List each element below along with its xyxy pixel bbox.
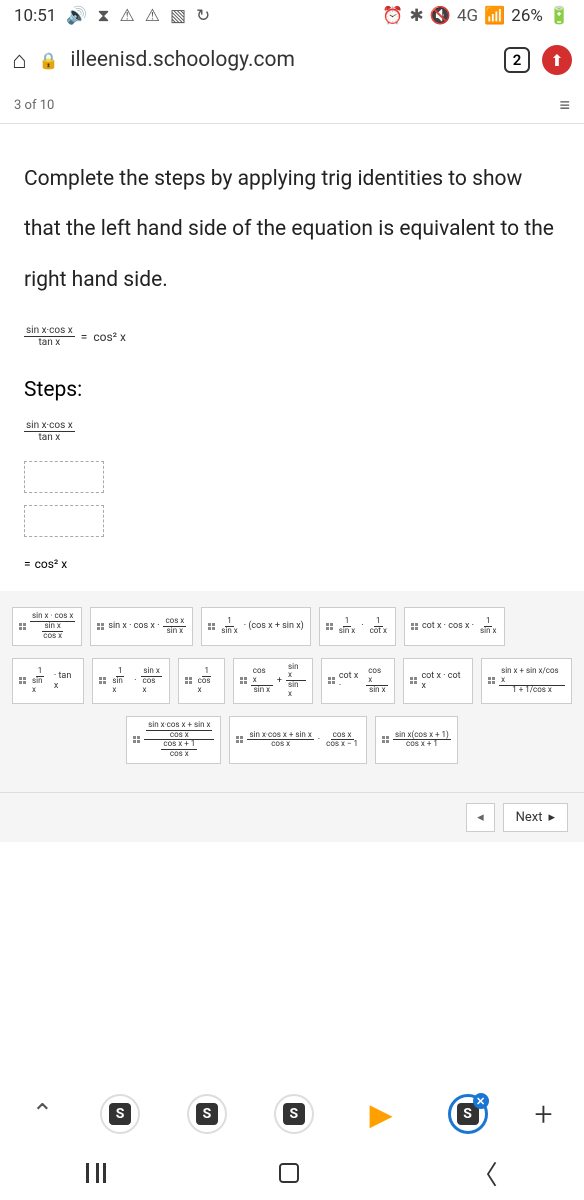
lock-icon: 🔒 xyxy=(39,51,59,70)
back-button[interactable]: 〈 xyxy=(472,1155,498,1192)
new-tab-button[interactable]: + xyxy=(534,1095,552,1133)
drag-handle-icon xyxy=(326,623,333,630)
image-icon: ▧ xyxy=(170,6,186,26)
home-icon[interactable]: ⌂ xyxy=(12,46,27,75)
option-tile[interactable]: cot x · cot x xyxy=(403,658,473,704)
battery-icon: 🔋 xyxy=(549,6,570,26)
mute-icon: 🔇 xyxy=(430,6,451,26)
battery-percent: 26% xyxy=(511,6,543,26)
drop-target-1[interactable] xyxy=(24,461,104,493)
option-tile[interactable]: 1cos x xyxy=(178,658,225,704)
warning-icon-2: ⚠ xyxy=(145,6,160,26)
drag-handle-icon xyxy=(488,677,495,684)
step-end: = cos² x xyxy=(24,557,560,571)
content-area: Complete the steps by applying trig iden… xyxy=(0,124,584,852)
option-tile[interactable]: sin x · cos x sin xcos x xyxy=(12,607,82,645)
option-tile[interactable]: cos xsin x + sin xsin x xyxy=(233,658,313,704)
status-bar: 10:51 🔊 ⧗ ⚠ ⚠ ▧ ↻ ⏰ ✱ 🔇 4G 📶 26% 🔋 xyxy=(0,0,584,32)
drag-handle-icon xyxy=(236,736,243,743)
signal-icon: 📶 xyxy=(484,6,505,26)
next-button[interactable]: Next ▸ xyxy=(503,803,568,832)
option-tile[interactable]: sin x + sin x/cos x1 + 1/cos x xyxy=(481,658,572,704)
download-icon: ⧗ xyxy=(98,6,110,26)
drag-handle-icon xyxy=(328,677,335,684)
url-text[interactable]: illeenisd.schoology.com xyxy=(70,48,492,72)
steps-label: Steps: xyxy=(24,378,560,402)
option-tile[interactable]: 1sin x · tan x xyxy=(12,658,84,704)
tab-item-active[interactable]: S ✕ xyxy=(448,1094,488,1134)
upload-arrow-icon: ⬆ xyxy=(550,51,563,70)
browser-tab-strip: ⌃ S S S ▶ S ✕ + xyxy=(0,1082,584,1146)
upload-button[interactable]: ⬆ xyxy=(542,45,572,75)
browser-bar: ⌂ 🔒 illeenisd.schoology.com 2 ⬆ xyxy=(0,32,584,88)
tab-item[interactable]: S xyxy=(100,1094,140,1134)
option-tile[interactable]: 1sin x · sin xcos x xyxy=(92,658,169,704)
schoology-icon: S xyxy=(283,1103,305,1125)
option-tile[interactable]: sin x · cos x · cos xsin x xyxy=(90,607,193,645)
option-tile[interactable]: sin x·cos x + sin xcos x · cos xcos x − … xyxy=(229,716,367,764)
tab-item-media[interactable]: ▶ xyxy=(361,1094,401,1134)
option-tile[interactable]: sin x(cos x + 1)cos x + 1 xyxy=(375,716,458,764)
close-icon[interactable]: ✕ xyxy=(473,1093,489,1109)
option-tile[interactable]: 1sin x · 1cot x xyxy=(319,607,396,645)
progress-text: 3 of 10 xyxy=(14,98,54,113)
network-icon: 4G xyxy=(457,6,478,26)
schoology-icon: S xyxy=(109,1103,131,1125)
option-tile[interactable]: 1sin x · (cos x + sin x) xyxy=(201,607,311,645)
drag-handle-icon xyxy=(410,677,417,684)
bluetooth-icon: ✱ xyxy=(410,6,424,26)
prev-button[interactable]: ◂ xyxy=(466,803,495,832)
chevron-up-icon[interactable]: ⌃ xyxy=(31,1099,53,1129)
tab-count-button[interactable]: 2 xyxy=(504,47,530,73)
status-time: 10:51 xyxy=(14,6,56,26)
drag-handle-icon xyxy=(240,677,247,684)
drag-handle-icon xyxy=(411,623,418,630)
question-list-icon[interactable]: ≡ xyxy=(559,95,570,116)
drag-handle-icon xyxy=(185,677,192,684)
question-prompt: Complete the steps by applying trig iden… xyxy=(24,154,560,305)
drop-target-2[interactable] xyxy=(24,505,104,537)
drag-handle-icon xyxy=(133,736,140,743)
drag-handle-icon xyxy=(19,623,26,630)
option-tile[interactable]: sin x·cos x + sin xcos x cos x + 1cos x xyxy=(126,716,221,764)
drag-handle-icon xyxy=(97,623,104,630)
tab-item[interactable]: S xyxy=(187,1094,227,1134)
tab-item[interactable]: S xyxy=(274,1094,314,1134)
step-start: sin x·cos x tan x xyxy=(24,420,560,443)
recent-apps-button[interactable] xyxy=(86,1163,106,1183)
alarm-icon: ⏰ xyxy=(382,6,403,26)
option-tile[interactable]: cot x · cos x · 1sin x xyxy=(404,607,506,645)
warning-icon: ⚠ xyxy=(119,6,134,26)
drag-handle-icon xyxy=(208,623,215,630)
options-area: sin x · cos x sin xcos x sin x · cos x ·… xyxy=(0,591,584,792)
schoology-icon: S xyxy=(196,1103,218,1125)
caret-right-icon: ▸ xyxy=(548,810,555,825)
option-tile[interactable]: cot x · cos xsin x xyxy=(321,658,396,704)
question-nav: ◂ Next ▸ xyxy=(0,792,584,842)
drag-handle-icon xyxy=(382,736,389,743)
sync-icon: ↻ xyxy=(196,6,210,26)
given-equation: sin x·cos x tan x = cos² x xyxy=(24,325,560,348)
drag-handle-icon xyxy=(19,677,26,684)
system-nav-bar: 〈 xyxy=(0,1146,584,1200)
caret-left-icon: ◂ xyxy=(477,810,484,825)
volume-icon: 🔊 xyxy=(66,6,87,26)
home-button[interactable] xyxy=(279,1163,299,1183)
progress-row: 3 of 10 ≡ xyxy=(0,88,584,124)
drag-handle-icon xyxy=(99,677,106,684)
